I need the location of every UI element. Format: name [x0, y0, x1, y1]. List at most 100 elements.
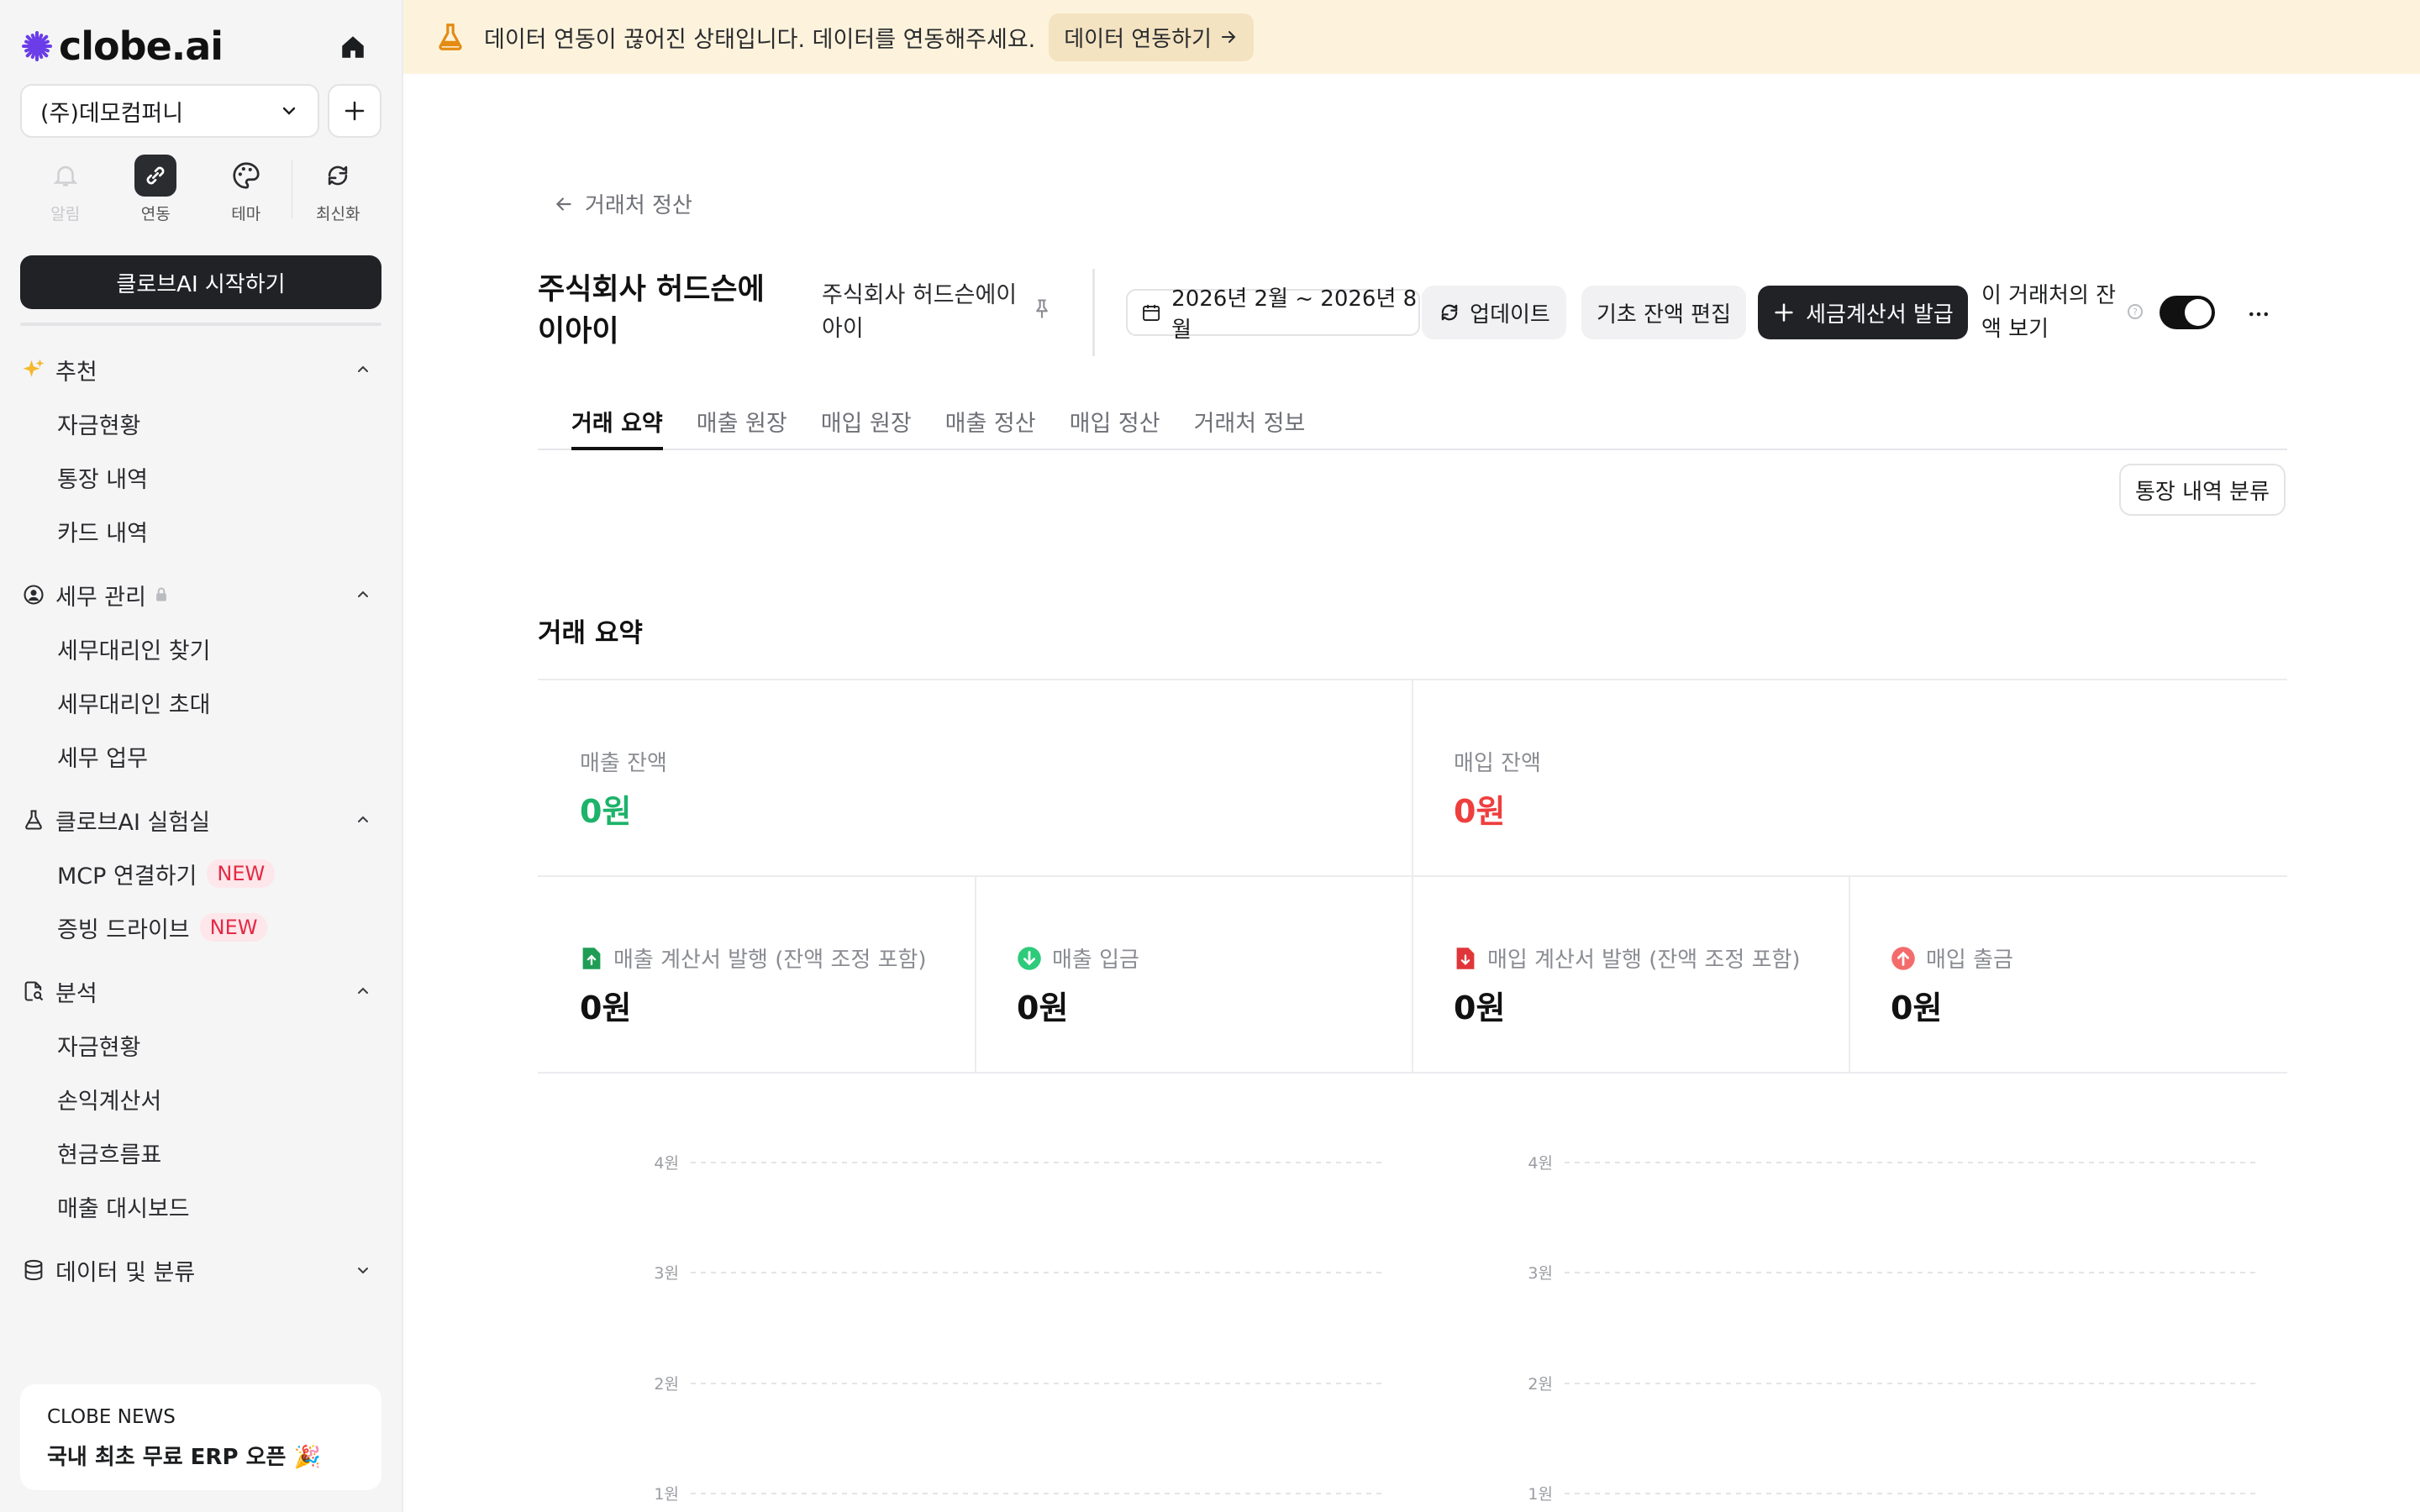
- partner-tabs: 거래 요약 매출 원장 매입 원장 매출 정산 매입 정산 거래처 정보: [538, 403, 2287, 450]
- tab-partner-info[interactable]: 거래처 정보: [1194, 403, 1306, 450]
- arrow-left-icon: [555, 197, 571, 211]
- arrow-right-icon: [1221, 31, 1236, 43]
- nav-item-tax-work[interactable]: 세무 업무: [20, 729, 381, 783]
- nav-item-invite-tax-agent[interactable]: 세무대리인 초대: [20, 675, 381, 729]
- flask-icon: [20, 806, 47, 833]
- clobe-news-card[interactable]: CLOBE NEWS 국내 최초 무료 ERP 오픈 🎉: [20, 1384, 381, 1490]
- nav-section-analysis[interactable]: 분석: [20, 964, 381, 1018]
- y-tick-label: 2원: [1528, 1375, 1553, 1394]
- nav-item-mcp-connect[interactable]: MCP 연결하기 NEW: [20, 847, 381, 900]
- nav-item-income-statement[interactable]: 손익계산서: [20, 1072, 381, 1126]
- nav-section-label: 세무 관리: [55, 584, 146, 611]
- more-options-button[interactable]: [2238, 294, 2279, 334]
- chevron-down-icon: [358, 1268, 368, 1274]
- home-icon: [342, 36, 364, 58]
- sales-invoice-icon: [582, 947, 601, 969]
- nav-item-find-tax-agent[interactable]: 세무대리인 찾기: [20, 622, 381, 675]
- new-badge: NEW: [207, 859, 276, 888]
- nav-item-card-history[interactable]: 카드 내역: [20, 504, 381, 558]
- plus-icon: [345, 101, 365, 121]
- nav-item-label: 증빙 드라이브: [57, 916, 190, 943]
- quick-label: 최신화: [316, 205, 360, 223]
- nav-section-lab[interactable]: 클로브AI 실험실: [20, 793, 381, 847]
- header-divider: [1092, 269, 1095, 356]
- company-select[interactable]: (주)데모컴퍼니: [20, 84, 319, 138]
- nav-item-cash-flow[interactable]: 현금흐름표: [20, 1126, 381, 1179]
- sales-chart: 4원 3원 2원 1원: [654, 1154, 1386, 1504]
- quick-refresh[interactable]: 최신화: [292, 155, 383, 224]
- back-to-settlement-link[interactable]: 거래처 정산: [553, 188, 692, 219]
- sidebar-scroll-fade: [0, 1336, 402, 1378]
- update-button[interactable]: 업데이트: [1422, 286, 1566, 339]
- update-label: 업데이트: [1470, 302, 1550, 328]
- integration-warning-banner: 데이터 연동이 끊어진 상태입니다. 데이터를 연동해주세요. 데이터 연동하기: [403, 0, 2420, 74]
- quick-integration[interactable]: 연동: [111, 155, 202, 224]
- new-badge: NEW: [199, 913, 268, 942]
- nav-section-recommended[interactable]: 추천: [20, 343, 381, 396]
- nav-section-data[interactable]: 데이터 및 분류: [20, 1243, 381, 1297]
- stat-divider: [1412, 679, 1413, 1072]
- issue-tax-invoice-button[interactable]: 세금계산서 발급: [1758, 286, 1968, 339]
- home-button[interactable]: [334, 29, 371, 66]
- sidebar: clobe.ai (주)데모컴퍼니 알림 연동 테마 최신화 클로브AI 시작하…: [0, 0, 403, 1512]
- help-icon[interactable]: ?: [2128, 304, 2143, 319]
- add-company-button[interactable]: [328, 84, 381, 138]
- nav-item-evidence-drive[interactable]: 증빙 드라이브 NEW: [20, 900, 381, 954]
- company-select-value: (주)데모컴퍼니: [40, 100, 184, 127]
- tab-transaction-summary[interactable]: 거래 요약: [571, 403, 663, 450]
- nav-section-label: 분석: [55, 980, 97, 1007]
- deposit-icon: [1018, 946, 1041, 970]
- chevron-up-icon: [358, 816, 368, 822]
- tax-invoice-label: 세금계산서 발급: [1806, 302, 1954, 328]
- start-clobe-ai-button[interactable]: 클로브AI 시작하기: [20, 255, 381, 309]
- quick-theme[interactable]: 테마: [201, 155, 292, 224]
- purchase-withdraw-label: 매입 출금: [1926, 948, 2013, 973]
- nav-item-bank-history[interactable]: 통장 내역: [20, 450, 381, 504]
- document-search-icon: [20, 978, 47, 1005]
- tab-purchase-settlement[interactable]: 매입 정산: [1070, 403, 1160, 450]
- logo-mark-icon: [22, 31, 52, 61]
- banner-message: 데이터 연동이 끊어진 상태입니다. 데이터를 연동해주세요.: [484, 26, 1036, 53]
- chevron-up-icon: [358, 987, 368, 994]
- database-icon: [20, 1257, 47, 1284]
- quick-actions: 알림 연동 테마 최신화: [20, 155, 383, 224]
- sales-invoice-stat: 매출 계산서 발행 (잔액 조정 포함) 0원: [580, 942, 927, 1028]
- purchase-invoice-icon: [1456, 947, 1475, 969]
- nav-item-analysis-fund-status[interactable]: 자금현황: [20, 1018, 381, 1072]
- nav-item-fund-status[interactable]: 자금현황: [20, 396, 381, 450]
- purchase-chart: 4원 3원 2원 1원: [1528, 1154, 2260, 1504]
- summary-section-title: 거래 요약: [538, 618, 643, 648]
- connect-data-button[interactable]: 데이터 연동하기: [1049, 13, 1254, 61]
- nav-section-label: 클로브AI 실험실: [55, 809, 211, 836]
- bell-icon: [45, 155, 87, 197]
- date-range-value: 2026년 2월 ~ 2026년 8월: [1171, 286, 1418, 343]
- toggle-knob: [2185, 299, 2212, 326]
- refresh-icon: [317, 155, 359, 197]
- purchase-balance-value: 0원: [1454, 793, 1506, 830]
- date-range-picker[interactable]: 2026년 2월 ~ 2026년 8월: [1126, 286, 1420, 343]
- y-tick-label: 1원: [1528, 1485, 1553, 1504]
- clobe-logo[interactable]: clobe.ai: [20, 24, 224, 69]
- sidebar-divider: [20, 323, 381, 326]
- edit-base-balance-button[interactable]: 기초 잔액 편집: [1581, 286, 1746, 339]
- pin-icon[interactable]: [1030, 297, 1054, 321]
- balance-toggle[interactable]: [2160, 296, 2215, 329]
- classify-bank-history-button[interactable]: 통장 내역 분류: [2119, 464, 2286, 516]
- logo-text: clobe.ai: [59, 24, 224, 69]
- sales-invoice-label: 매출 계산서 발행 (잔액 조정 포함): [613, 948, 927, 973]
- quick-notifications[interactable]: 알림: [20, 155, 111, 224]
- news-title: 국내 최초 무료 ERP 오픈 🎉: [47, 1445, 321, 1470]
- company-subtitle: 주식회사 허드슨에이아이: [822, 282, 1018, 342]
- nav-item-sales-dashboard[interactable]: 매출 대시보드: [20, 1179, 381, 1233]
- y-tick-label: 4원: [1528, 1154, 1553, 1173]
- palette-icon: [225, 155, 267, 197]
- sales-invoice-value: 0원: [580, 990, 632, 1026]
- y-tick-label: 4원: [654, 1154, 679, 1173]
- shield-user-icon: [20, 581, 47, 608]
- tab-purchase-ledger[interactable]: 매입 원장: [821, 403, 912, 450]
- tab-sales-settlement[interactable]: 매출 정산: [945, 403, 1036, 450]
- tab-sales-ledger[interactable]: 매출 원장: [697, 403, 787, 450]
- connect-data-label: 데이터 연동하기: [1064, 26, 1212, 52]
- nav-section-tax[interactable]: 세무 관리: [20, 568, 381, 622]
- summary-charts: 4원 3원 2원 1원 4원 3원 2원 1원: [538, 1082, 2287, 1512]
